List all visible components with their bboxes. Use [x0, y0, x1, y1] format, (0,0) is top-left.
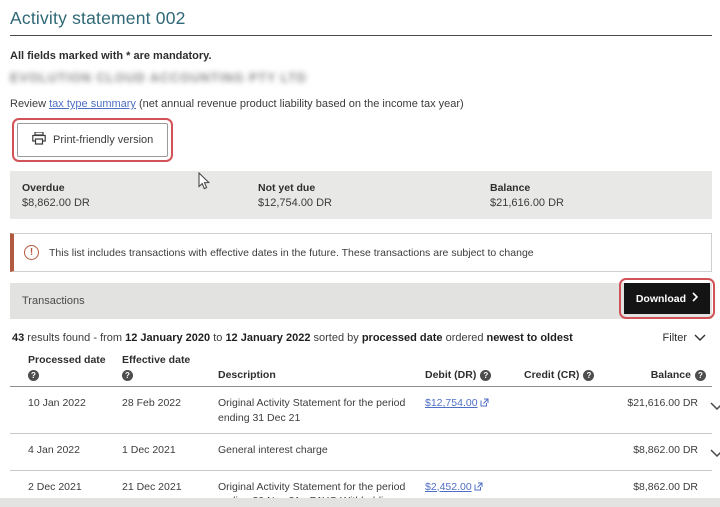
results-sort-field: processed date: [362, 332, 443, 344]
results-text: 43 results found - from 12 January 2020 …: [12, 332, 573, 344]
filter-toggle[interactable]: Filter: [663, 332, 706, 344]
download-button[interactable]: Download: [624, 283, 710, 314]
cell-balance: $8,862.00 DR: [633, 443, 706, 458]
future-transactions-notice: ! This list includes transactions with e…: [10, 233, 712, 272]
cell-processed-date: 4 Jan 2022: [28, 443, 122, 458]
header-debit: Debit (DR) ?: [425, 369, 524, 381]
external-link-icon: [480, 397, 489, 412]
mouse-cursor: [198, 172, 211, 196]
summary-balance: Balance $21,616.00 DR: [490, 182, 564, 209]
notice-text: This list includes transactions with eff…: [49, 247, 534, 259]
summary-label: Balance: [490, 182, 564, 194]
header-label: Debit (DR): [425, 369, 476, 381]
debit-amount-link[interactable]: $2,452.00: [425, 481, 472, 493]
annotation-highlight-download: Download: [619, 278, 715, 319]
results-from-date: 12 January 2020: [125, 332, 210, 344]
mandatory-note: All fields marked with * are mandatory.: [10, 50, 712, 62]
summary-not-yet-due: Not yet due $12,754.00 DR: [258, 182, 490, 209]
results-count: 43: [12, 332, 24, 344]
header-effective-date: Effective date ?: [122, 354, 218, 381]
chevron-right-icon: [692, 292, 698, 305]
header-label: Balance: [651, 369, 691, 381]
table-header-row: Processed date ? Effective date ? Descri…: [10, 348, 712, 387]
header-label: Effective date: [122, 354, 218, 366]
row-expand-chevron-icon[interactable]: [710, 400, 720, 415]
print-friendly-button[interactable]: Print-friendly version: [17, 123, 168, 157]
cell-description: General interest charge: [218, 443, 425, 458]
header-label: Processed date: [28, 354, 122, 366]
transactions-section-bar: Transactions Download: [10, 283, 712, 319]
summary-label: Overdue: [22, 182, 258, 194]
balance-summary-bar: Overdue $8,862.00 DR Not yet due $12,754…: [10, 171, 712, 219]
printer-icon: [32, 132, 46, 148]
help-icon[interactable]: ?: [695, 370, 706, 381]
summary-label: Not yet due: [258, 182, 490, 194]
table-row: 10 Jan 2022 28 Feb 2022 Original Activit…: [10, 387, 712, 434]
help-icon[interactable]: ?: [480, 370, 491, 381]
filter-label: Filter: [663, 332, 687, 344]
summary-value: $12,754.00 DR: [258, 197, 490, 209]
help-glyph: ?: [698, 371, 703, 380]
help-icon[interactable]: ?: [583, 370, 594, 381]
entity-name-redacted: EVOLUTION CLOUD ACCOUNTING PTY LTD: [10, 71, 712, 85]
header-label: Credit (CR): [524, 369, 579, 381]
cell-debit: $12,754.00: [425, 396, 524, 412]
tax-type-summary-link[interactable]: tax type summary: [49, 98, 136, 110]
transactions-section-title: Transactions: [22, 295, 85, 307]
transactions-table: Processed date ? Effective date ? Descri…: [10, 348, 712, 507]
header-balance: Balance ?: [651, 369, 706, 381]
header-description: Description: [218, 369, 425, 381]
cell-effective-date: 21 Dec 2021: [122, 480, 218, 495]
cell-effective-date: 1 Dec 2021: [122, 443, 218, 458]
row-expand-chevron-icon[interactable]: [710, 447, 720, 462]
help-icon[interactable]: ?: [28, 370, 39, 381]
results-to-date: 12 January 2022: [225, 332, 310, 344]
page-title: Activity statement 002: [10, 8, 712, 29]
warning-icon: !: [24, 245, 39, 260]
help-glyph: ?: [483, 371, 488, 380]
cell-balance: $21,616.00 DR: [627, 396, 706, 411]
results-sort-order: newest to oldest: [487, 332, 573, 344]
results-seg: sorted by: [310, 332, 361, 344]
summary-value: $21,616.00 DR: [490, 197, 564, 209]
results-summary-line: 43 results found - from 12 January 2020 …: [10, 328, 712, 348]
warning-glyph: !: [30, 247, 33, 258]
results-seg: to: [210, 332, 225, 344]
review-line: Review tax type summary (net annual reve…: [10, 98, 712, 110]
review-prefix: Review: [10, 98, 49, 110]
cell-effective-date: 28 Feb 2022: [122, 396, 218, 411]
cell-debit: $2,452.00: [425, 480, 524, 496]
activity-statement-page: Activity statement 002 All fields marked…: [0, 0, 720, 507]
debit-amount-link[interactable]: $12,754.00: [425, 397, 478, 409]
review-suffix: (net annual revenue product liability ba…: [136, 98, 464, 110]
bottom-section-edge: [0, 498, 720, 507]
help-glyph: ?: [31, 371, 36, 380]
title-divider: [10, 35, 712, 36]
cell-description: Original Activity Statement for the peri…: [218, 396, 425, 425]
annotation-highlight-print: Print-friendly version: [12, 118, 173, 162]
table-row: 4 Jan 2022 1 Dec 2021 General interest c…: [10, 434, 712, 471]
header-credit: Credit (CR) ?: [524, 369, 619, 381]
external-link-icon: [474, 481, 483, 496]
print-friendly-label: Print-friendly version: [53, 134, 153, 146]
help-icon[interactable]: ?: [122, 370, 133, 381]
results-seg: results found - from: [24, 332, 125, 344]
cell-processed-date: 2 Dec 2021: [28, 480, 122, 495]
header-processed-date: Processed date ?: [28, 354, 122, 381]
results-seg: ordered: [443, 332, 487, 344]
cell-balance: $8,862.00 DR: [633, 480, 706, 495]
download-label: Download: [636, 293, 686, 305]
cell-processed-date: 10 Jan 2022: [28, 396, 122, 411]
help-glyph: ?: [125, 371, 130, 380]
help-glyph: ?: [586, 371, 591, 380]
summary-overdue: Overdue $8,862.00 DR: [22, 182, 258, 209]
chevron-down-icon: [694, 332, 706, 344]
summary-value: $8,862.00 DR: [22, 197, 258, 209]
